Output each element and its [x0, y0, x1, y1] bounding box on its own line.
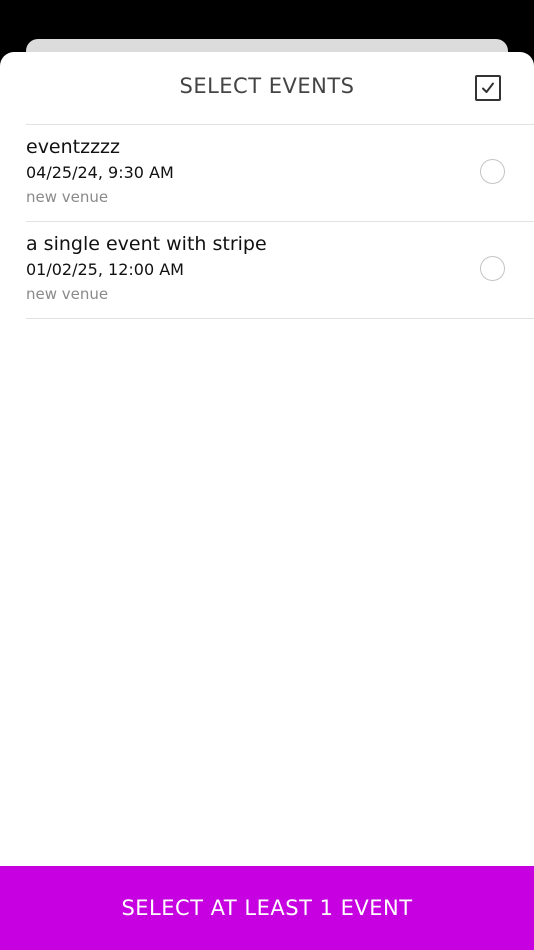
event-name: a single event with stripe	[26, 233, 267, 255]
event-venue: new venue	[26, 188, 109, 206]
event-datetime: 01/02/25, 12:00 AM	[26, 260, 184, 279]
event-list: eventzzzz 04/25/24, 9:30 AM new venue a …	[26, 125, 534, 319]
event-select-radio[interactable]	[480, 256, 505, 281]
select-all-checkbox[interactable]	[475, 75, 501, 101]
page-title: SELECT EVENTS	[179, 74, 355, 98]
select-at-least-one-event-button[interactable]: SELECT AT LEAST 1 EVENT	[0, 866, 534, 950]
select-events-sheet: SELECT EVENTS eventzzzz 04/25/24, 9:30 A…	[0, 52, 534, 950]
checkbox-checked-icon	[482, 82, 494, 93]
list-item[interactable]: a single event with stripe 01/02/25, 12:…	[26, 222, 534, 319]
sheet-header: SELECT EVENTS	[0, 52, 534, 124]
list-item[interactable]: eventzzzz 04/25/24, 9:30 AM new venue	[26, 125, 534, 222]
event-datetime: 04/25/24, 9:30 AM	[26, 163, 174, 182]
event-select-radio[interactable]	[480, 159, 505, 184]
event-venue: new venue	[26, 285, 109, 303]
event-name: eventzzzz	[26, 136, 121, 158]
